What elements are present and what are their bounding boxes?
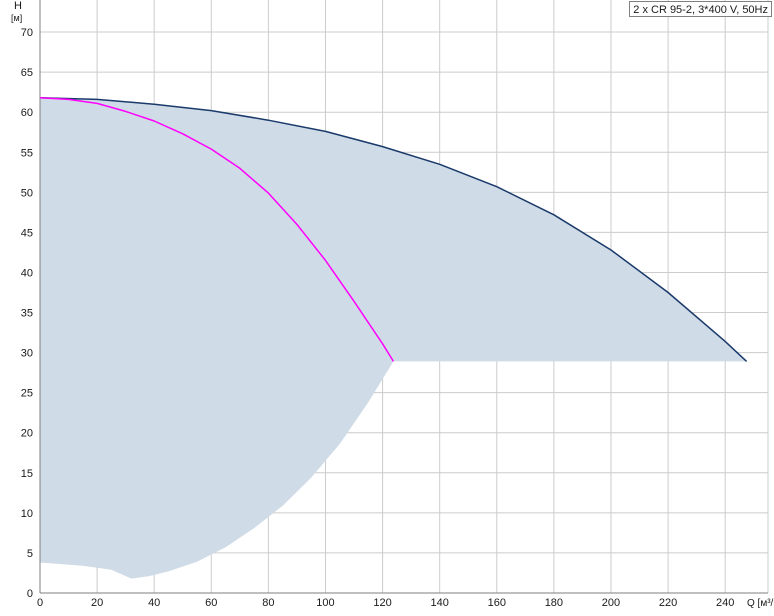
y-tick-label-35: 35 bbox=[21, 308, 33, 320]
x-tick-label-220: 220 bbox=[659, 597, 677, 609]
chart-title-legend: 2 x CR 95-2, 3*400 V, 50Hz bbox=[629, 1, 772, 17]
y-tick-label-70: 70 bbox=[21, 27, 33, 39]
y-tick-label-10: 10 bbox=[21, 508, 33, 520]
chart-canvas: 0 20 40 60 80 100 120 140 160 180 200 220 240 0 5 10 15 2… bbox=[11, 0, 774, 609]
y-axis-label-line1: H bbox=[14, 0, 22, 12]
y-tick-label-15: 15 bbox=[21, 468, 33, 480]
y-axis-label-line2: [м] bbox=[11, 13, 22, 23]
operating-area-fill bbox=[40, 97, 747, 579]
x-tick-label-180: 180 bbox=[545, 597, 563, 609]
y-tick-label-25: 25 bbox=[21, 388, 33, 400]
operating-area bbox=[40, 97, 747, 579]
y-tick-label-20: 20 bbox=[21, 428, 33, 440]
y-tick-label-60: 60 bbox=[21, 107, 33, 119]
x-tick-label-60: 60 bbox=[205, 597, 217, 609]
x-tick-label-240: 240 bbox=[716, 597, 734, 609]
y-tick-label-40: 40 bbox=[21, 267, 33, 279]
x-tick-label-200: 200 bbox=[602, 597, 620, 609]
x-tick-label-140: 140 bbox=[431, 597, 449, 609]
y-tick-label-30: 30 bbox=[21, 348, 33, 360]
x-tick-label-20: 20 bbox=[91, 597, 103, 609]
x-tick-label-0: 0 bbox=[37, 597, 43, 609]
x-tick-label-80: 80 bbox=[262, 597, 274, 609]
y-tick-label-65: 65 bbox=[21, 67, 33, 79]
y-tick-label-55: 55 bbox=[21, 147, 33, 159]
x-tick-label-40: 40 bbox=[148, 597, 160, 609]
y-tick-label-45: 45 bbox=[21, 227, 33, 239]
x-axis-label: Q [м³/ч] bbox=[747, 598, 774, 609]
x-tick-label-160: 160 bbox=[488, 597, 506, 609]
pump-performance-chart: 0 20 40 60 80 100 120 140 160 180 200 220 240 0 5 10 15 2… bbox=[0, 0, 774, 611]
y-tick-label-5: 5 bbox=[27, 548, 33, 560]
x-tick-label-120: 120 bbox=[373, 597, 391, 609]
y-tick-label-0: 0 bbox=[27, 588, 33, 600]
x-tick-label-100: 100 bbox=[316, 597, 334, 609]
y-tick-label-50: 50 bbox=[21, 187, 33, 199]
